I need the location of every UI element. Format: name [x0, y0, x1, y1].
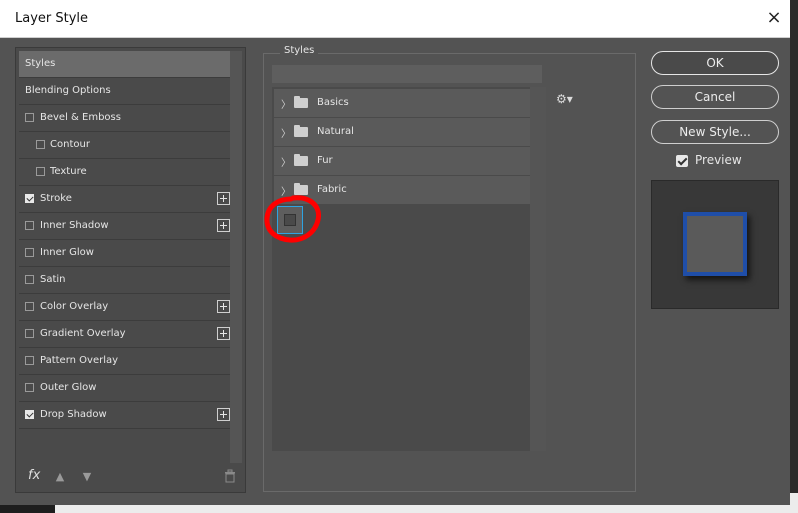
effect-checkbox[interactable]	[25, 410, 34, 419]
effect-label: Outer Glow	[40, 382, 97, 393]
chevron-right-icon[interactable]: 〉	[281, 154, 291, 169]
style-folder[interactable]: 〉 Natural	[274, 118, 530, 147]
effect-item[interactable]: Bevel & Emboss	[19, 105, 230, 132]
styles-group-title: Styles	[280, 45, 319, 56]
effect-label: Gradient Overlay	[40, 328, 126, 339]
effect-checkbox[interactable]	[25, 356, 34, 365]
effect-checkbox[interactable]	[25, 194, 34, 203]
styles-search-field[interactable]	[272, 65, 542, 83]
effect-item[interactable]: Color Overlay	[19, 294, 230, 321]
effect-checkbox[interactable]	[25, 302, 34, 311]
style-folder-label: Fur	[317, 155, 333, 166]
effect-checkbox[interactable]	[25, 383, 34, 392]
cancel-button[interactable]: Cancel	[651, 85, 779, 109]
effect-checkbox[interactable]	[25, 329, 34, 338]
red-circle-annotation	[264, 195, 321, 243]
effect-item[interactable]: Contour	[19, 132, 230, 159]
effect-label: Satin	[40, 274, 66, 285]
layer-style-dialog: Layer Style × Styles Blending Options Beve…	[0, 0, 790, 505]
close-icon[interactable]: ×	[764, 9, 784, 29]
effect-item[interactable]: Blending Options	[19, 78, 230, 105]
effect-item[interactable]: Pattern Overlay	[19, 348, 230, 375]
effect-item[interactable]: Inner Glow	[19, 240, 230, 267]
effect-item[interactable]: Styles	[19, 51, 230, 78]
folder-icon	[294, 96, 308, 108]
arrow-down-icon[interactable]: ▼	[81, 470, 93, 483]
add-effect-icon[interactable]	[217, 300, 230, 313]
style-folder-label: Fabric	[317, 184, 347, 195]
effect-item[interactable]: Gradient Overlay	[19, 321, 230, 348]
effect-checkbox[interactable]	[25, 275, 34, 284]
effect-item[interactable]: Stroke	[19, 186, 230, 213]
add-effect-icon[interactable]	[217, 192, 230, 205]
style-folder-label: Natural	[317, 126, 354, 137]
title-bar: Layer Style ×	[0, 0, 790, 38]
add-effect-icon[interactable]	[217, 408, 230, 421]
effects-scrollbar[interactable]	[230, 51, 242, 463]
effect-checkbox[interactable]	[25, 113, 34, 122]
styles-scrollbar[interactable]	[530, 87, 546, 451]
effects-footer: fx ▲ ▼	[16, 462, 245, 492]
dialog-title: Layer Style	[15, 11, 89, 26]
effect-label: Blending Options	[25, 85, 111, 96]
effect-label: Styles	[25, 58, 56, 69]
effect-label: Pattern Overlay	[40, 355, 119, 366]
preview-label: Preview	[695, 153, 742, 167]
effects-panel: Styles Blending Options Bevel & Emboss Cont…	[15, 47, 246, 493]
effect-label: Inner Glow	[40, 247, 94, 258]
effect-label: Stroke	[40, 193, 72, 204]
trash-icon[interactable]	[224, 469, 236, 483]
effect-label: Drop Shadow	[40, 409, 107, 420]
effect-checkbox[interactable]	[36, 140, 45, 149]
folder-icon	[294, 125, 308, 137]
chevron-right-icon[interactable]: 〉	[281, 125, 291, 140]
effect-label: Texture	[50, 166, 87, 177]
effect-item[interactable]: Outer Glow	[19, 375, 230, 402]
new-style-button[interactable]: New Style...	[651, 120, 779, 144]
effect-checkbox[interactable]	[25, 221, 34, 230]
ok-button[interactable]: OK	[651, 51, 779, 75]
add-effect-icon[interactable]	[217, 327, 230, 340]
add-effect-icon[interactable]	[217, 219, 230, 232]
effect-checkbox[interactable]	[36, 167, 45, 176]
arrow-up-icon[interactable]: ▲	[54, 470, 66, 483]
effect-label: Color Overlay	[40, 301, 109, 312]
effect-item[interactable]: Texture	[19, 159, 230, 186]
effect-checkbox[interactable]	[25, 248, 34, 257]
preview-square	[683, 212, 747, 276]
style-folder[interactable]: 〉 Basics	[274, 89, 530, 118]
preview-checkbox[interactable]	[676, 155, 688, 167]
effect-item[interactable]: Inner Shadow	[19, 213, 230, 240]
folder-icon	[294, 154, 308, 166]
effect-label: Bevel & Emboss	[40, 112, 121, 123]
fx-icon[interactable]: fx	[28, 468, 40, 483]
gear-icon[interactable]: ⚙▾	[556, 92, 573, 106]
chevron-right-icon[interactable]: 〉	[281, 96, 291, 111]
effect-label: Contour	[50, 139, 90, 150]
effect-item[interactable]: Satin	[19, 267, 230, 294]
style-folder[interactable]: 〉 Fur	[274, 147, 530, 176]
effect-item[interactable]: Drop Shadow	[19, 402, 230, 429]
effect-label: Inner Shadow	[40, 220, 109, 231]
effects-list: Styles Blending Options Bevel & Emboss Cont…	[19, 51, 230, 429]
style-folder-label: Basics	[317, 97, 349, 108]
